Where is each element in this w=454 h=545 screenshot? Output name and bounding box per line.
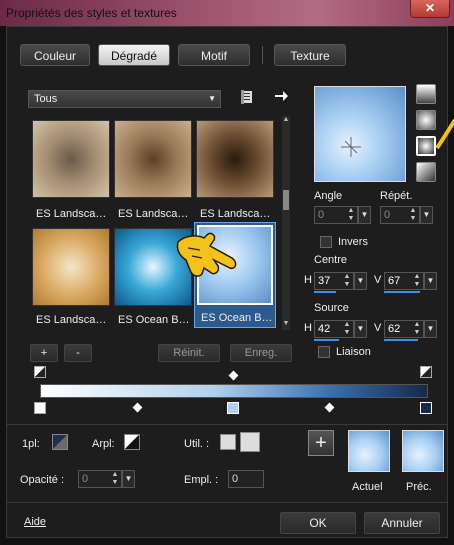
angle-label: Angle [314,190,343,202]
crosshair-icon [341,137,361,157]
fg-label: 1pl: [22,438,40,450]
scroll-down-icon[interactable]: ▼ [282,320,290,327]
center-v-slider[interactable] [384,291,420,293]
invert-label: Invers [338,236,368,248]
library-icon[interactable] [240,90,256,106]
tab-motif[interactable]: Motif [178,44,250,66]
foreground-swatch[interactable] [52,434,68,450]
center-v-label: V [374,274,382,286]
remove-stop-button[interactable]: - [64,344,92,362]
repeat-label: Répét. [380,190,413,202]
source-v-input[interactable]: 62 ▲ ▼ ▼ [384,320,437,338]
current-label: Actuel [352,481,383,493]
center-v-input[interactable]: 67 ▲ ▼ ▼ [384,272,437,290]
gradient-thumb-landscape-2[interactable] [114,120,192,198]
color-stop-0[interactable] [34,402,46,414]
gradient-label: ES Ocean B… [201,312,273,324]
close-button[interactable]: ✕ [410,0,450,18]
gradient-thumb-landscape-1[interactable] [32,120,110,198]
tab-couleur[interactable]: Couleur [20,44,90,66]
source-v-slider[interactable] [384,339,418,341]
chevron-down-icon: ▼ [208,94,216,103]
location-input[interactable]: 0 [228,470,264,488]
repeat-input[interactable]: 0 ▲ ▼ ▼ [380,206,433,224]
link-label: Liaison [336,346,371,358]
bg-label: Arpl: [92,438,115,450]
source-h-label: H [304,322,312,334]
source-label: Source [314,302,349,314]
scroll-thumb[interactable] [283,190,289,210]
linear-style-icon[interactable] [416,84,436,104]
used-label: Util. : [184,438,210,450]
window-title: Propriétés des styles et textures [6,6,177,20]
center-h-slider[interactable] [314,291,336,293]
color-stop-2[interactable] [420,402,432,414]
center-h-input[interactable]: 37 ▲ ▼ ▼ [314,272,367,290]
divider [6,424,448,425]
gradient-label: ES Landsca… [36,314,107,326]
used-swatch-1[interactable] [220,434,236,450]
center-h-label: H [304,274,312,286]
arrow-right-icon[interactable] [272,88,290,106]
invert-checkbox[interactable] [320,236,332,248]
scroll-up-icon[interactable]: ▲ [282,116,290,123]
save-gradient-button[interactable]: Enreg. [230,344,292,362]
center-label: Centre [314,254,348,266]
previous-label: Préc. [406,481,432,493]
color-stop-1[interactable] [227,402,239,414]
help-link[interactable]: Aide [24,516,46,528]
source-h-input[interactable]: 42 ▲ ▼ ▼ [314,320,367,338]
ok-button[interactable]: OK [280,512,356,534]
previous-preview[interactable] [402,430,444,472]
gradient-preview[interactable] [314,86,406,182]
gradient-thumb-landscape-3[interactable] [196,120,274,198]
reset-button[interactable]: Réinit. [158,344,220,362]
source-h-slider[interactable] [314,339,339,341]
category-dropdown[interactable]: Tous ▼ [28,90,221,108]
gradient-label: ES Ocean B… [118,314,190,326]
sunburst-style-icon[interactable] [416,162,436,182]
gallery-scrollbar[interactable] [282,116,290,330]
opacity-label: Opacité : [20,474,65,486]
gradient-thumb-landscape-4[interactable] [32,228,110,306]
link-checkbox[interactable] [318,346,330,358]
source-v-label: V [374,322,382,334]
tab-texture[interactable]: Texture [274,44,346,66]
used-swatch-2[interactable] [240,432,260,452]
tab-separator [262,46,263,64]
background-swatch[interactable] [124,434,140,450]
rectangular-style-icon[interactable] [416,110,436,130]
opacity-input[interactable]: 0 ▲ ▼ ▼ [78,470,135,488]
top-right-stop[interactable] [420,366,432,378]
yellow-arrow-icon [435,118,454,150]
pointing-hand-icon [176,232,237,277]
category-value: Tous [34,93,58,105]
gradient-label: ES Landsca… [36,208,107,220]
footer-divider [6,502,448,503]
current-preview[interactable] [348,430,390,472]
gradient-label: ES Landsca… [118,208,189,220]
cancel-button[interactable]: Annuler [364,512,440,534]
add-to-swatches-button[interactable]: + [308,430,334,456]
gradient-label: ES Landsca… [200,208,271,220]
location-label: Empl. : [184,474,219,486]
radial-style-icon[interactable] [416,136,436,156]
title-bar: Propriétés des styles et textures ✕ [0,0,454,26]
top-left-stop[interactable] [34,366,46,378]
add-stop-button[interactable]: + [30,344,58,362]
gradient-bar[interactable] [40,384,428,398]
tab-degrade[interactable]: Dégradé [98,44,170,66]
angle-input[interactable]: 0 ▲ ▼ ▼ [314,206,371,224]
